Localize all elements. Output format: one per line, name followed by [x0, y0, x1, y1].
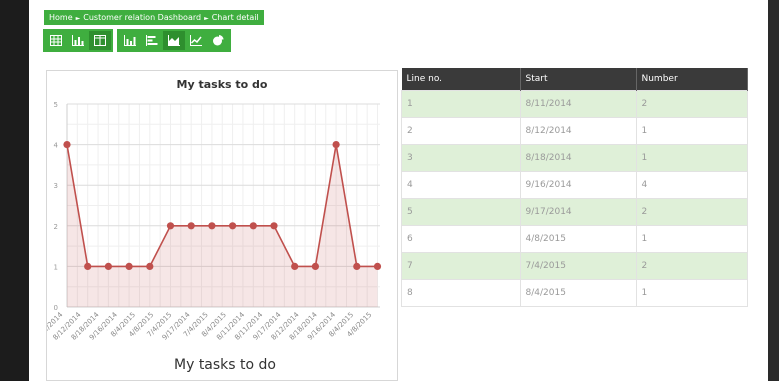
data-point — [291, 262, 299, 270]
data-point — [208, 222, 216, 230]
line-chart-button[interactable] — [185, 31, 207, 50]
chart-title: My tasks to do — [177, 78, 268, 91]
cell-number: 1 — [635, 144, 748, 172]
data-point — [353, 262, 361, 270]
data-point — [311, 262, 319, 270]
column-header-number[interactable]: Number — [636, 68, 748, 91]
table-view-button[interactable] — [45, 31, 67, 50]
data-table: Line no. Start Number 1 8/11/2014 2 2 8/12/… — [401, 68, 748, 307]
data-point — [187, 222, 195, 230]
data-point — [146, 262, 154, 270]
layout-button-group — [43, 29, 113, 52]
cell-start: 8/11/2014 — [519, 90, 637, 118]
table-row[interactable]: 5 9/17/2014 2 — [401, 198, 748, 226]
chart-panel: My tasks to do 012345 8/11/2014 8/12/2014… — [46, 70, 398, 381]
table-row[interactable]: 4 9/16/2014 4 — [401, 171, 748, 199]
area-chart-button[interactable] — [163, 31, 185, 50]
pie-chart-icon — [213, 35, 224, 46]
cell-number: 4 — [635, 171, 748, 199]
data-point — [332, 141, 340, 149]
data-point — [229, 222, 237, 230]
table-row[interactable]: 3 8/18/2014 1 — [401, 144, 748, 172]
cell-line-no: 3 — [401, 144, 521, 172]
cell-line-no: 1 — [401, 90, 521, 118]
x-axis-ticks: 8/11/20148/12/20148/18/20149/16/20148/4/… — [47, 310, 373, 341]
cell-start: 8/12/2014 — [519, 117, 637, 145]
pie-chart-button[interactable] — [207, 31, 229, 50]
cell-start: 8/4/2015 — [519, 279, 637, 307]
chart-view-button[interactable] — [67, 31, 89, 50]
table-icon — [50, 35, 62, 46]
data-point — [373, 262, 382, 270]
y-axis-ticks: 012345 — [54, 101, 59, 312]
cell-number: 2 — [635, 252, 748, 280]
data-point — [104, 262, 112, 270]
cell-number: 2 — [635, 90, 748, 118]
table-row[interactable]: 6 4/8/2015 1 — [401, 225, 748, 253]
data-point — [125, 262, 133, 270]
column-chart-icon — [124, 35, 136, 46]
data-point — [84, 262, 92, 270]
data-point — [63, 141, 71, 149]
cell-start: 9/17/2014 — [519, 198, 637, 226]
y-tick-label: 4 — [54, 142, 59, 150]
y-tick-label: 2 — [54, 223, 58, 231]
cell-number: 1 — [635, 279, 748, 307]
table-row[interactable]: 7 7/4/2015 2 — [401, 252, 748, 280]
column-header-line-no[interactable]: Line no. — [401, 68, 521, 91]
window-edge — [768, 0, 779, 381]
y-tick-label: 3 — [54, 182, 58, 190]
table-header-row: Line no. Start Number — [401, 68, 748, 91]
data-point — [249, 222, 257, 230]
cell-start: 8/18/2014 — [519, 144, 637, 172]
data-point — [166, 222, 175, 230]
horizontal-bar-icon — [146, 35, 158, 46]
cell-line-no: 2 — [401, 117, 521, 145]
split-view-icon — [94, 35, 106, 46]
cell-start: 7/4/2015 — [519, 252, 637, 280]
breadcrumb-dashboard[interactable]: Customer relation Dashboard — [83, 13, 201, 22]
breadcrumb-home[interactable]: Home — [49, 13, 73, 22]
bar-chart-icon — [72, 35, 84, 46]
breadcrumb: Home ► Customer relation Dashboard ► Chart d… — [44, 10, 264, 25]
chart-type-button-group — [117, 29, 231, 52]
cell-line-no: 8 — [401, 279, 521, 307]
y-tick-label: 1 — [54, 263, 58, 271]
cell-number: 2 — [635, 198, 748, 226]
cell-number: 1 — [635, 225, 748, 253]
table-row[interactable]: 8 8/4/2015 1 — [401, 279, 748, 307]
breadcrumb-separator-icon: ► — [75, 15, 81, 22]
cell-line-no: 5 — [401, 198, 521, 226]
cell-line-no: 7 — [401, 252, 521, 280]
page: Home ► Customer relation Dashboard ► Chart d… — [29, 0, 768, 381]
cell-number: 1 — [635, 117, 748, 145]
area-chart-icon — [168, 35, 180, 46]
breadcrumb-separator-icon: ► — [204, 15, 209, 22]
cell-start: 4/8/2015 — [519, 225, 637, 253]
column-header-start[interactable]: Start — [520, 68, 637, 91]
table-row[interactable]: 1 8/11/2014 2 — [401, 90, 748, 118]
split-view-button[interactable] — [89, 31, 111, 50]
data-point — [270, 222, 278, 230]
column-chart-button[interactable] — [119, 31, 141, 50]
x-axis-label: My tasks to do — [174, 357, 276, 373]
area-chart: My tasks to do 012345 8/11/20148/12/2014… — [47, 78, 382, 373]
cell-line-no: 6 — [401, 225, 521, 253]
cell-line-no: 4 — [401, 171, 521, 199]
table-row[interactable]: 2 8/12/2014 1 — [401, 117, 748, 145]
view-toolbar — [43, 29, 235, 52]
y-tick-label: 5 — [54, 101, 58, 109]
cell-start: 9/16/2014 — [519, 171, 637, 199]
horizontal-bar-button[interactable] — [141, 31, 163, 50]
breadcrumb-current: Chart detail — [211, 13, 259, 22]
line-chart-icon — [190, 35, 202, 46]
